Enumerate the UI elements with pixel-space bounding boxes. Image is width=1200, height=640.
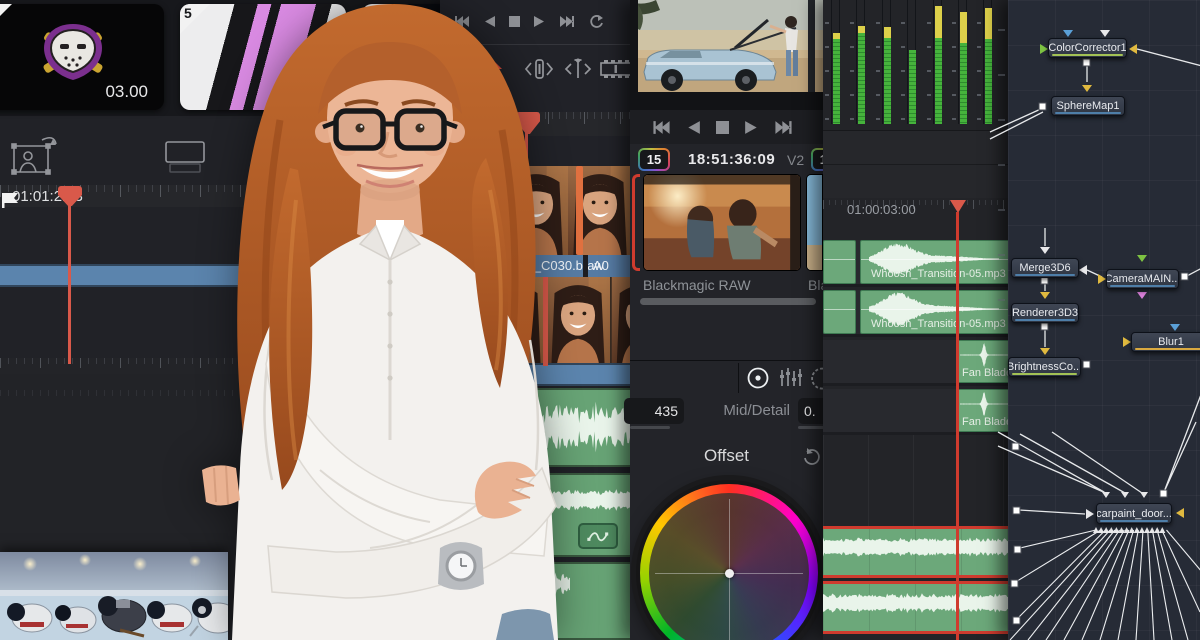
hand-right (202, 465, 240, 506)
meter-scale-ticks (901, 22, 906, 124)
still-timecode: 18:51:36:09 (688, 151, 776, 168)
audio-clip-wide-1[interactable] (823, 526, 1010, 578)
audio-meters (823, 0, 1010, 126)
fusion-node-panel: ColorCorrector1 SphereMap1 Merge3D6 Came… (989, 0, 1200, 640)
still-thumbnail-car-couple[interactable] (643, 174, 801, 271)
still-thumbnail-2[interactable] (806, 174, 823, 271)
skip-end-button[interactable] (774, 120, 793, 135)
node-colorcorrector1[interactable]: ColorCorrector1 (1048, 38, 1127, 58)
presenter-woman (202, 4, 558, 640)
audio-clip-small[interactable] (823, 290, 856, 334)
audio-meter (831, 0, 840, 124)
audio-track-row-3: Fan Blade.w (823, 340, 1023, 386)
audio-waveform (823, 537, 1010, 557)
audio-empty-zone (823, 435, 1010, 526)
audio-meter (958, 0, 967, 124)
node-renderer3d3[interactable]: Renderer3D3 (1011, 303, 1079, 323)
audio-clip-small[interactable] (823, 240, 856, 284)
value-slider[interactable] (798, 426, 824, 429)
audio-track-row-1: Whoosh_Transition-05.mp3 - L (823, 240, 1022, 287)
offset-color-wheel[interactable] (636, 480, 822, 640)
meter-scale-ticks (825, 22, 829, 124)
divider (738, 363, 739, 393)
audio-timecode: 01:00:03:00 (847, 202, 916, 217)
color-wheels-icon[interactable] (746, 366, 770, 390)
stop-button[interactable] (716, 120, 729, 134)
mixer-bars-icon[interactable] (778, 366, 804, 390)
node-spheremap1[interactable]: SphereMap1 (1051, 96, 1125, 116)
node-carpaint-door[interactable]: carpaint_door... (1096, 503, 1172, 524)
wheel-inner (649, 493, 809, 640)
version-label: V2 (787, 152, 805, 168)
play-reverse-button[interactable] (687, 120, 700, 135)
playhead-line (68, 204, 71, 364)
audio-playhead-line (956, 212, 959, 640)
wheel-handle[interactable] (724, 568, 734, 578)
audio-clip-whoosh-r[interactable]: Whoosh_Transition-05.mp3 - R (860, 290, 1023, 334)
audio-clip-wide-2[interactable] (823, 581, 1010, 634)
meter-scale-ticks (952, 22, 956, 124)
gallery-scrollbar[interactable] (640, 298, 816, 305)
fairlight-panel: 01:00:03:00 Whoosh_Transition-05.mp3 - L… (823, 0, 1023, 640)
marker-flag-icon[interactable] (0, 192, 26, 208)
audio-meter (856, 0, 866, 124)
node-cameramain[interactable]: CameraMAIN... (1106, 269, 1179, 289)
node-merge3d6[interactable]: Merge3D6 (1011, 258, 1079, 278)
ducks-logo (43, 24, 103, 80)
audio-meter (932, 0, 942, 124)
audio-waveform (823, 593, 1010, 613)
play-button[interactable] (745, 120, 758, 135)
couple-scene (644, 175, 800, 270)
sky-scene (807, 175, 822, 270)
audio-clip-whoosh-l[interactable]: Whoosh_Transition-05.mp3 - L (860, 240, 1022, 284)
jeans (496, 609, 554, 640)
node-blur1[interactable]: Blur1 (1131, 332, 1200, 352)
reset-icon[interactable] (802, 448, 822, 468)
audio-meter (881, 0, 891, 124)
zero-axis (861, 309, 1009, 310)
audio-track-row-4: Fan Blade.w (823, 389, 1023, 435)
wristwatch (438, 542, 484, 590)
audio-meter (907, 0, 917, 124)
mid-detail-label: Mid/Detail (723, 402, 790, 419)
audio-track-row-2: Whoosh_Transition-05.mp3 - R (823, 290, 1023, 337)
zero-axis (861, 259, 1009, 260)
smart-reframe-icon[interactable] (8, 132, 62, 176)
meter-scale-ticks (926, 22, 931, 124)
meter-scale-ticks (850, 22, 855, 124)
node-brightnesscontrast[interactable]: BrightnessCo... (1008, 357, 1081, 377)
clip-corner-fold (0, 4, 12, 34)
automation-lanes (823, 130, 1010, 198)
meter-scale-ticks (977, 22, 982, 124)
meter-scale-ticks (875, 22, 880, 124)
screenshot-root: 03.00 5 6 (0, 0, 1200, 640)
